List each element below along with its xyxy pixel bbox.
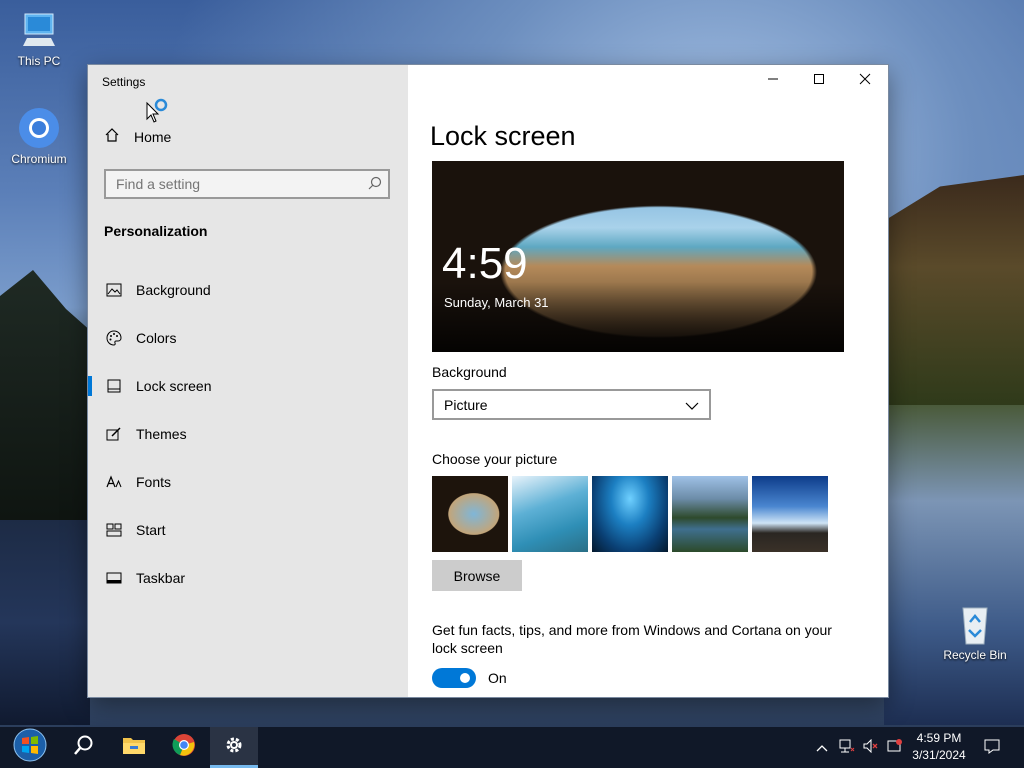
sidebar-item-colors[interactable]: Colors [88, 318, 408, 358]
taskbar-file-explorer[interactable] [110, 727, 158, 768]
settings-sidebar: Settings Home Personalization Background [88, 65, 408, 697]
start-layout-icon [104, 523, 124, 537]
fun-facts-toggle-label: On [488, 670, 507, 686]
network-icon [839, 739, 855, 756]
sidebar-item-label: Colors [136, 330, 177, 346]
action-center-alert-icon [887, 738, 903, 757]
picture-icon [104, 283, 124, 297]
fun-facts-toggle[interactable] [432, 668, 476, 688]
fun-facts-text: Get fun facts, tips, and more from Windo… [432, 622, 832, 656]
sidebar-item-label: Taskbar [136, 570, 186, 586]
sidebar-item-start[interactable]: Start [88, 510, 408, 550]
picture-thumbnails [432, 476, 828, 552]
volume-muted-icon [863, 738, 879, 756]
desktop-icon-label: This PC [17, 54, 61, 68]
desktop-lake-right [884, 405, 1024, 725]
preview-date: Sunday, March 31 [444, 295, 549, 310]
desktop-icon-this-pc[interactable]: This PC [4, 8, 74, 68]
sidebar-item-lock-screen[interactable]: Lock screen [88, 366, 408, 406]
brush-icon [104, 426, 124, 442]
chromium-icon [17, 106, 61, 150]
picture-thumbnail[interactable] [752, 476, 828, 552]
busy-cursor-icon [146, 98, 170, 129]
taskbar-settings[interactable] [210, 727, 258, 768]
sidebar-item-fonts[interactable]: Fonts [88, 462, 408, 502]
desktop-icon-chromium[interactable]: Chromium [4, 106, 74, 166]
clock-date: 3/31/2024 [912, 748, 966, 762]
notification-tray-icon[interactable] [884, 727, 906, 768]
browse-button[interactable]: Browse [432, 560, 522, 591]
computer-icon [17, 8, 61, 52]
notification-icon [984, 738, 1000, 757]
minimize-button[interactable] [750, 65, 796, 97]
start-button[interactable] [6, 727, 54, 768]
desktop-icon-label: Recycle Bin [943, 648, 1007, 662]
sidebar-item-label: Start [136, 522, 166, 538]
network-tray-icon[interactable] [836, 727, 858, 768]
recycle-bin-icon [953, 602, 997, 646]
sidebar-item-label: Themes [136, 426, 187, 442]
notifications-button[interactable] [980, 727, 1004, 768]
windows-logo-icon [13, 728, 47, 767]
clock-time: 4:59 PM [916, 731, 962, 745]
section-heading: Personalization [104, 223, 208, 239]
search-icon[interactable] [368, 176, 382, 195]
desktop-landscape-right [884, 175, 1024, 405]
show-hidden-icons-button[interactable] [812, 727, 832, 768]
desktop-icon-recycle-bin[interactable]: Recycle Bin [940, 602, 1010, 662]
nav-home-label: Home [134, 128, 172, 145]
taskbar-search-button[interactable] [60, 727, 108, 768]
background-dropdown[interactable]: Picture [432, 389, 711, 420]
preview-time: 4:59 [442, 239, 528, 288]
taskbar-icon [104, 572, 124, 584]
taskbar: 4:59 PM 3/31/2024 [0, 727, 1024, 768]
taskbar-clock[interactable]: 4:59 PM 3/31/2024 [908, 730, 970, 764]
picture-thumbnail[interactable] [512, 476, 588, 552]
chevron-down-icon [685, 397, 699, 413]
search-box[interactable] [104, 169, 390, 199]
toggle-knob [460, 673, 470, 683]
search-icon [73, 734, 95, 761]
sidebar-item-themes[interactable]: Themes [88, 414, 408, 454]
window-title: Settings [102, 75, 146, 89]
volume-tray-icon[interactable] [860, 727, 882, 768]
lock-screen-icon [104, 378, 124, 394]
picture-thumbnail[interactable] [592, 476, 668, 552]
minimize-icon [767, 72, 779, 90]
desktop-icon-label: Chromium [11, 152, 67, 166]
picture-thumbnail[interactable] [432, 476, 508, 552]
settings-window: Settings Home Personalization Background [88, 65, 888, 697]
sidebar-item-label: Fonts [136, 474, 172, 490]
background-dropdown-value: Picture [444, 396, 488, 413]
search-input[interactable] [106, 171, 376, 197]
close-button[interactable] [842, 65, 888, 97]
maximize-icon [813, 72, 825, 90]
background-label: Background [432, 364, 507, 380]
chrome-icon [172, 733, 196, 762]
sidebar-item-label: Lock screen [136, 378, 212, 394]
nav-home[interactable]: Home [104, 127, 171, 146]
maximize-button[interactable] [796, 65, 842, 97]
fonts-icon [104, 475, 124, 489]
choose-picture-label: Choose your picture [432, 451, 558, 467]
sidebar-item-background[interactable]: Background [88, 270, 408, 310]
chevron-up-icon [816, 741, 828, 755]
sidebar-item-taskbar[interactable]: Taskbar [88, 558, 408, 598]
close-icon [859, 72, 871, 90]
palette-icon [104, 330, 124, 346]
desktop-lake-left [0, 520, 90, 725]
page-title: Lock screen [430, 121, 576, 151]
picture-thumbnail[interactable] [672, 476, 748, 552]
sidebar-item-label: Background [136, 282, 211, 298]
home-icon [104, 127, 120, 146]
file-explorer-icon [122, 735, 146, 760]
settings-icon [223, 734, 245, 761]
lock-screen-preview: 4:59 Sunday, March 31 [432, 161, 844, 352]
taskbar-chrome[interactable] [160, 727, 208, 768]
settings-content: Lock screen 4:59 Sunday, March 31 Backgr… [408, 65, 888, 697]
